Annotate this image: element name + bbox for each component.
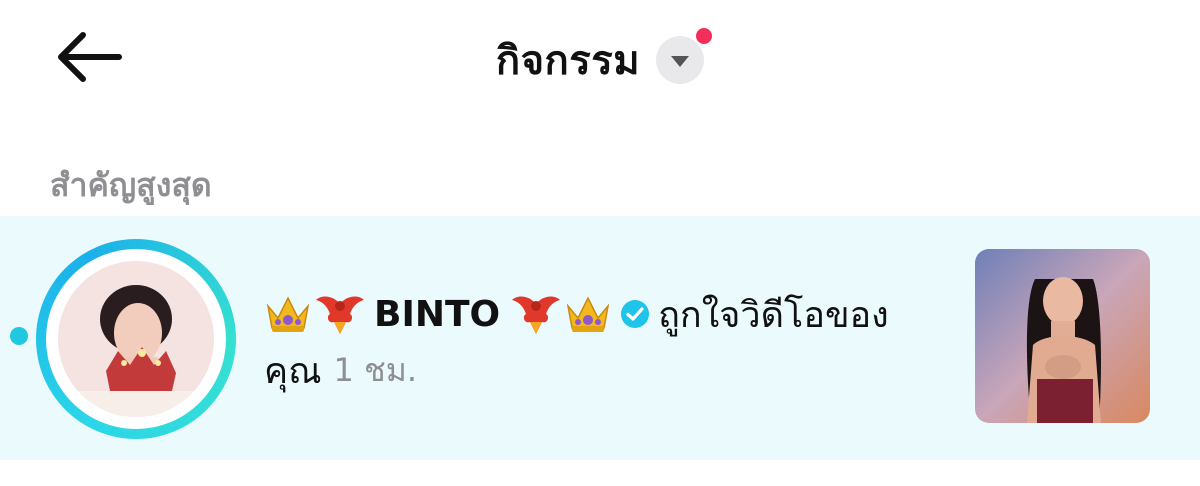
unread-indicator [10,327,28,345]
notification-dot [696,28,713,44]
caret-down-icon [671,56,690,67]
activity-filter-dropdown[interactable] [656,28,713,84]
title-area: กิจกรรม [0,28,1200,92]
timestamp: 1 ชม. [333,350,417,389]
notification-text: BINTO ถูกใจวิดีโอของ คุณ 1 ชม. [264,286,944,398]
avatar[interactable] [58,261,214,417]
video-thumbnail[interactable] [975,249,1150,423]
phoenix-emoji [316,296,364,334]
action-text-continued: คุณ [264,350,322,392]
crown-emoji [266,296,310,332]
crown-emoji [566,296,610,332]
username[interactable]: BINTO [374,294,500,335]
page-title: กิจกรรม [495,38,641,84]
section-label: สำคัญสูงสุด [50,166,212,204]
notification-item[interactable]: BINTO ถูกใจวิดีโอของ คุณ 1 ชม. [0,216,1200,460]
verified-badge-icon [621,300,650,328]
phoenix-emoji [512,296,561,334]
story-ring[interactable] [36,239,236,439]
action-text: ถูกใจวิดีโอของ [658,294,889,336]
header: กิจกรรม [0,0,1200,120]
